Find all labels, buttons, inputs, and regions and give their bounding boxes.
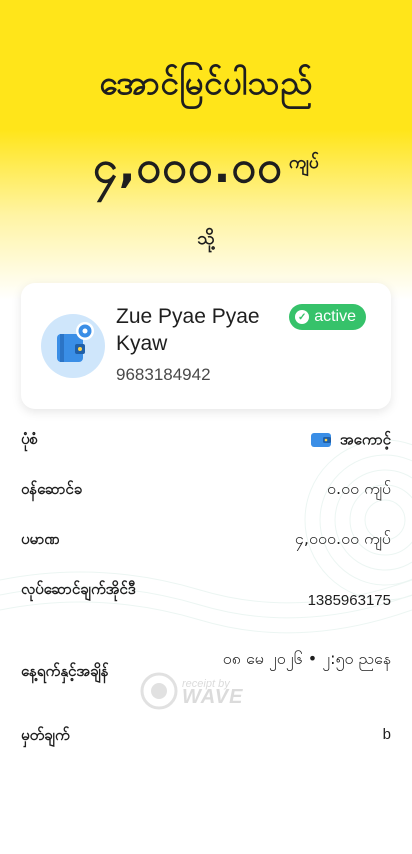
detail-value: အကောင့် [310,428,391,451]
security-pattern [0,439,412,634]
detail-label: ဝန်ဆောင်ခ [21,480,83,498]
detail-label: ပမာဏ [21,530,60,548]
check-icon: ✓ [295,310,310,324]
detail-value: ၀.၀၀ ကျပ် [327,479,391,498]
status-badge: ✓ active [289,304,366,330]
status-badge-label: active [314,308,356,325]
wallet-icon [41,314,105,378]
detail-value: b [382,726,391,743]
amount-value: ၄,၀၀၀.၀၀ [92,142,283,193]
wave-logo-icon [140,672,178,710]
account-type: အကောင့် [339,430,391,449]
status-title: အောင်မြင်ပါသည် [99,63,313,102]
recipient-phone: 9683184942 [116,365,211,384]
wallet-small-icon [310,432,331,447]
recipient-name: Zue Pyae Pyae Kyaw [116,305,260,355]
recipient-card: Zue Pyae Pyae Kyaw 9683184942 ✓ active [21,283,391,409]
detail-label: မှတ်ချက် [21,726,70,744]
detail-label: လုပ်ဆောင်ချက်အိုင်ဒီ [21,580,136,598]
detail-value: ၄,၀၀၀.၀၀ ကျပ် [294,529,391,548]
amount-display: ၄,၀၀၀.၀၀ ကျပ် [0,140,412,196]
detail-value: ၀၈ မေ ၂၀၂၆ • ၂:၅၀ ညနေ [222,649,391,668]
to-label: သို့ [197,228,215,249]
watermark-brand: WAVE [182,686,244,708]
wave-watermark: receipt by WAVE [140,672,243,710]
amount-currency: ကျပ် [288,152,320,173]
detail-label: ပုံစံ [21,430,38,448]
detail-value: 1385963175 [307,592,391,609]
detail-label: နေ့ရက်နှင့်အချိန် [21,662,109,680]
